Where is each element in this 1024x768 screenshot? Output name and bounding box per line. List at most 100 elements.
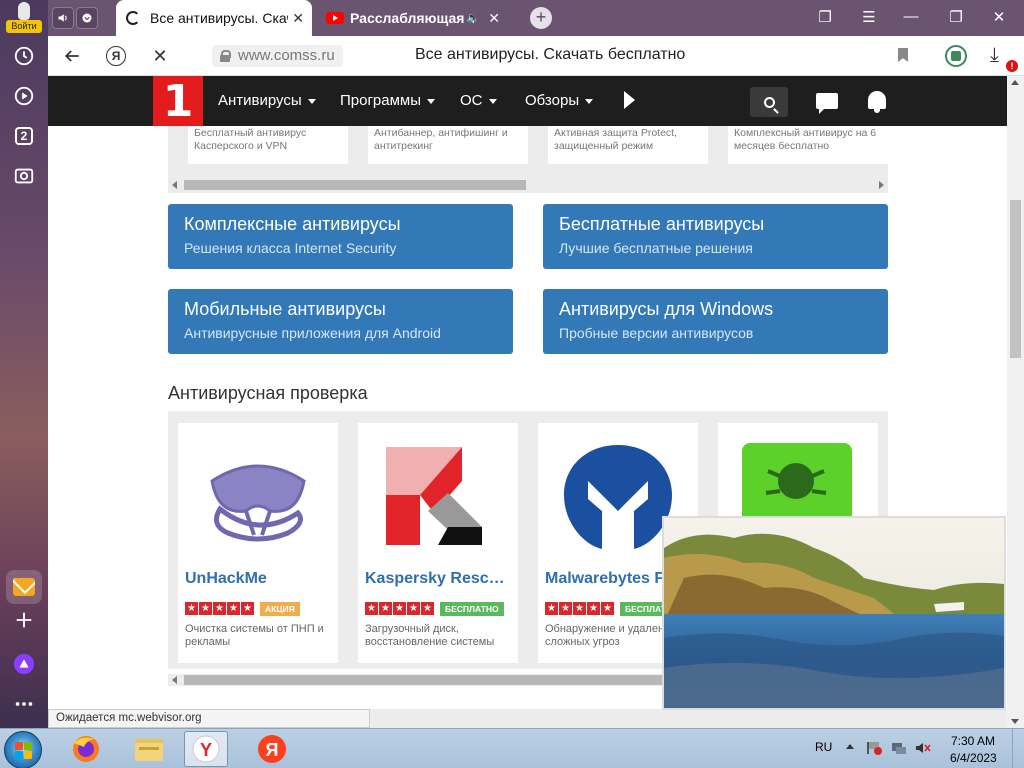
product-description: Очистка системы от ПНП и рекламы: [185, 623, 324, 648]
show-desktop-button[interactable]: [1012, 729, 1024, 768]
product-name[interactable]: Kaspersky Resc…: [365, 570, 515, 588]
tab-strip: Все антивирусы. Скача ✕ Расслабляющая му…: [48, 0, 1024, 36]
extension-icon[interactable]: [945, 45, 967, 67]
scroll-up-icon[interactable]: [1011, 80, 1019, 85]
site-logo[interactable]: 1: [153, 76, 203, 127]
yandex-browser-icon: Y: [192, 735, 220, 763]
category-free[interactable]: Бесплатные антивирусы Лучшие бесплатные …: [543, 204, 888, 269]
start-button[interactable]: [4, 731, 42, 768]
category-complex[interactable]: Комплексные антивирусы Решения класса In…: [168, 204, 513, 269]
yandex-browser-taskbar-item[interactable]: Y: [184, 731, 228, 767]
address-bar: Я ✕ www.comss.ru Все антивирусы. Скачать…: [48, 36, 1024, 76]
language-indicator[interactable]: RU: [815, 740, 832, 754]
scroll-left-icon[interactable]: [172, 181, 177, 189]
rating-stars: ★ ★ ★ ★ ★: [545, 602, 614, 616]
bookmarks-panel-icon[interactable]: ❐: [814, 8, 836, 26]
add-panel-icon[interactable]: [12, 608, 36, 632]
taskbar: Y Я RU 7:30 AM 6/4/2023: [0, 728, 1024, 768]
yandex-taskbar-item[interactable]: Я: [250, 731, 294, 767]
alice-assistant-icon[interactable]: [12, 652, 36, 676]
network-icon[interactable]: [891, 741, 907, 755]
mail-icon[interactable]: [6, 570, 42, 604]
unhackme-logo: [210, 464, 306, 542]
close-icon[interactable]: ✕: [488, 10, 500, 27]
menu-icon[interactable]: ☰: [858, 8, 880, 26]
tab-music[interactable]: Расслабляющая му 🔈 ✕: [318, 0, 508, 36]
yandex-button[interactable]: Я: [104, 44, 128, 68]
scroll-down-icon[interactable]: [1011, 719, 1019, 724]
loading-spinner-icon: [126, 11, 140, 25]
clock-date[interactable]: 6/4/2023: [950, 751, 997, 765]
search-button[interactable]: [750, 87, 788, 117]
flag-alert-icon[interactable]: [866, 741, 882, 755]
product-card-unhackme[interactable]: UnHackMe ★ ★ ★ ★ ★ АКЦИЯ Очистка системы от …: [178, 423, 338, 663]
back-arrow-icon[interactable]: [60, 44, 84, 68]
explorer-taskbar-item[interactable]: [127, 731, 171, 767]
top-strip-scrollbar[interactable]: [168, 179, 888, 191]
scroll-thumb[interactable]: [184, 675, 664, 685]
category-title: Бесплатные антивирусы: [559, 214, 765, 234]
tray-expand-icon[interactable]: [846, 744, 854, 749]
url-field[interactable]: www.comss.ru: [212, 45, 343, 67]
scroll-right-icon[interactable]: [879, 181, 884, 189]
free-badge: БЕСПЛАТНО: [440, 602, 504, 616]
bookmark-icon[interactable]: [898, 48, 908, 62]
chat-icon[interactable]: [816, 93, 838, 114]
rating-stars: ★ ★ ★ ★ ★: [185, 602, 254, 616]
nav-more-arrow-icon[interactable]: [624, 91, 635, 109]
user-icon: [18, 2, 30, 20]
firefox-taskbar-item[interactable]: [64, 731, 108, 767]
nav-programs[interactable]: Программы: [340, 92, 436, 109]
download-icon[interactable]: ⤓: [990, 44, 999, 67]
tab-antivirus[interactable]: Все антивирусы. Скача ✕: [116, 0, 312, 36]
category-title: Комплексные антивирусы: [184, 214, 401, 234]
caret-icon: [488, 98, 497, 104]
new-tab-button[interactable]: +: [530, 7, 552, 29]
top-card[interactable]: Бесплатный антивирус Касперского и VPN: [188, 126, 348, 164]
top-card[interactable]: Антибаннер, антифишинг и антитрекинг: [368, 126, 528, 164]
login-button[interactable]: Войти: [6, 20, 42, 33]
promo-badge: АКЦИЯ: [260, 602, 300, 616]
media-player-icon[interactable]: [12, 84, 36, 108]
history-icon[interactable]: [12, 44, 36, 68]
clock-time[interactable]: 7:30 AM: [951, 734, 995, 748]
scroll-thumb[interactable]: [184, 180, 526, 190]
page-scrollbar[interactable]: [1007, 76, 1024, 728]
category-mobile[interactable]: Мобильные антивирусы Антивирусные прилож…: [168, 289, 513, 354]
nav-os[interactable]: ОС: [460, 92, 497, 109]
category-title: Антивирусы для Windows: [559, 299, 774, 319]
tab-count-badge[interactable]: 2: [15, 127, 33, 145]
profile-avatar[interactable]: Войти: [6, 2, 42, 33]
category-title: Мобильные антивирусы: [184, 299, 386, 319]
chevron-down-icon[interactable]: [76, 7, 98, 29]
tab-controls: [48, 7, 98, 29]
search-icon: [763, 96, 775, 108]
screenshot-icon[interactable]: [12, 164, 36, 188]
page-title[interactable]: Все антивирусы. Скачать бесплатно: [415, 46, 685, 64]
product-card-kaspersky[interactable]: Kaspersky Resc… ★ ★ ★ ★ ★ БЕСПЛАТНО Загрузоч…: [358, 423, 518, 663]
restore-icon[interactable]: ❐: [945, 8, 967, 26]
stop-loading-icon[interactable]: ✕: [148, 44, 172, 68]
scroll-left-icon[interactable]: [172, 676, 177, 684]
close-icon[interactable]: ✕: [292, 10, 304, 27]
folder-icon: [135, 739, 163, 761]
top-card[interactable]: Комплексный антивирус на 6 месяцев беспл…: [728, 126, 888, 164]
rating-stars: ★ ★ ★ ★ ★: [365, 602, 434, 616]
minimize-icon[interactable]: —: [900, 8, 922, 25]
scroll-thumb[interactable]: [1010, 200, 1021, 358]
top-card[interactable]: Активная защита Protect, защищенный режи…: [548, 126, 708, 164]
nav-reviews[interactable]: Обзоры: [525, 92, 594, 109]
window-close-icon[interactable]: ✕: [988, 8, 1010, 26]
sound-icon[interactable]: [52, 7, 74, 29]
svg-text:Я: Я: [266, 740, 279, 760]
nav-antivirus[interactable]: Антивирусы: [218, 92, 316, 109]
category-windows[interactable]: Антивирусы для Windows Пробные версии ан…: [543, 289, 888, 354]
bell-icon[interactable]: [868, 91, 886, 113]
volume-muted-icon[interactable]: [915, 741, 931, 755]
caret-icon: [585, 98, 594, 104]
speaker-icon[interactable]: 🔈: [466, 11, 480, 24]
more-icon[interactable]: [12, 692, 36, 716]
picture-in-picture-video[interactable]: [662, 516, 1006, 710]
category-subtitle: Лучшие бесплатные решения: [559, 240, 753, 256]
product-name[interactable]: UnHackMe: [185, 570, 335, 588]
